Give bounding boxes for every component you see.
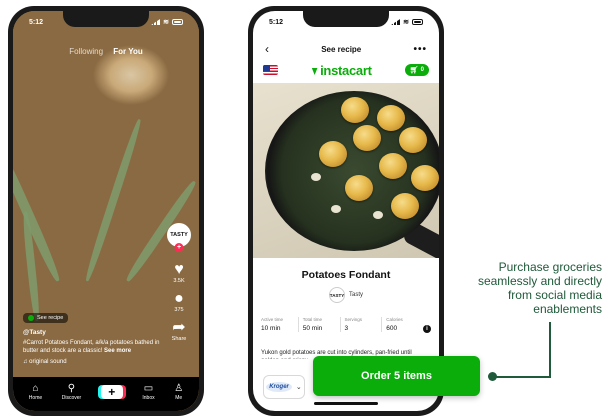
cart-count: 0 <box>420 67 424 73</box>
author-avatar: TASTY <box>328 287 345 303</box>
home-indicator[interactable] <box>314 402 378 405</box>
back-chevron-icon[interactable]: ‹ <box>265 42 269 56</box>
garlic-clove <box>373 211 383 219</box>
marketing-graphic: 5:12 ≋ Following For You TASTY + ♥ 3.5K … <box>0 0 606 419</box>
nav-create[interactable]: + <box>100 385 123 399</box>
like-action[interactable]: ♥ 3.5K <box>173 261 184 284</box>
bottom-nav: ⌂ Home ⚲ Discover + ▭ Inbox ♙ Me <box>13 377 199 411</box>
nav-me[interactable]: ♙ Me <box>174 383 183 401</box>
stat-servings: Servings 3 <box>339 317 382 332</box>
cart-icon: 🛒︎ <box>409 67 419 74</box>
chevron-down-icon: ⌄ <box>295 384 302 391</box>
callout-dot <box>488 372 497 381</box>
potato <box>345 175 373 201</box>
status-bar: 5:12 ≋ <box>253 15 439 29</box>
share-action[interactable]: ➦ Share <box>172 319 187 342</box>
profile-icon: ♙ <box>174 383 184 394</box>
brand-row: instacart 🛒︎ 0 <box>253 61 439 79</box>
battery-icon <box>412 19 423 25</box>
callout-text: Purchase groceries seamlessly and direct… <box>477 260 602 316</box>
sound-label[interactable]: ♫ original sound <box>23 359 173 365</box>
comment-count: 375 <box>174 307 184 313</box>
social-video-phone: 5:12 ≋ Following For You TASTY + ♥ 3.5K … <box>8 6 204 416</box>
cart-button[interactable]: 🛒︎ 0 <box>404 64 429 76</box>
battery-icon <box>172 19 183 25</box>
garlic-clove <box>311 173 321 181</box>
kroger-logo: Kroger <box>266 382 292 392</box>
tab-following[interactable]: Following <box>69 47 103 56</box>
signal-icon <box>151 19 161 25</box>
callout-connector <box>492 376 550 378</box>
potato <box>353 125 381 151</box>
feed-tabs: Following For You <box>13 47 199 56</box>
potato <box>319 141 347 167</box>
more-options-icon[interactable]: ••• <box>413 44 427 55</box>
search-icon: ⚲ <box>67 383 76 394</box>
store-selector[interactable]: Kroger ⌄ <box>263 375 305 399</box>
nav-home[interactable]: ⌂ Home <box>29 383 42 401</box>
author-row[interactable]: TASTY Tasty <box>253 287 439 303</box>
creator-avatar[interactable]: TASTY + <box>167 223 191 252</box>
author-name: Tasty <box>348 292 363 298</box>
potato <box>379 153 407 179</box>
comment-icon: ● <box>174 290 184 307</box>
recipe-stats: Active time 10 min Total time 50 min Ser… <box>261 317 431 333</box>
create-plus-icon: + <box>100 385 123 399</box>
header-title: See recipe <box>321 44 362 54</box>
signal-icon <box>391 19 401 25</box>
like-count: 3.5K <box>173 278 185 284</box>
status-bar: 5:12 ≋ <box>13 15 199 29</box>
potato <box>391 193 419 219</box>
caption-text: #Carrot Potatoes Fondant, a/k/a potatoes… <box>23 340 160 354</box>
home-icon: ⌂ <box>32 383 39 394</box>
status-time: 5:12 <box>29 18 44 26</box>
comment-action[interactable]: ● 375 <box>174 290 184 313</box>
see-more-link[interactable]: See more <box>104 348 131 354</box>
recipe-title: Potatoes Fondant <box>301 269 391 281</box>
carrot-icon <box>311 68 318 75</box>
creator-handle[interactable]: @Tasty <box>23 329 173 336</box>
heart-icon: ♥ <box>174 261 184 278</box>
recipe-header: ‹ See recipe ••• <box>253 41 439 57</box>
share-arrow-icon: ➦ <box>172 319 186 336</box>
wifi-icon: ≋ <box>163 19 169 26</box>
share-label: Share <box>171 336 187 342</box>
nav-inbox[interactable]: ▭ Inbox <box>142 383 154 401</box>
callout-connector <box>549 322 551 378</box>
follow-plus-icon[interactable]: + <box>174 243 184 252</box>
nav-discover[interactable]: ⚲ Discover <box>62 383 81 401</box>
status-time: 5:12 <box>269 18 284 26</box>
see-recipe-pill[interactable]: See recipe <box>23 313 69 323</box>
us-flag-icon[interactable] <box>263 65 278 75</box>
stat-active-time: Active time 10 min <box>261 317 284 332</box>
potato <box>341 97 369 123</box>
garlic-clove <box>331 205 341 213</box>
recipe-screen: 5:12 ≋ ‹ See recipe ••• instacart 🛒︎ 0 P… <box>253 11 439 411</box>
recipe-hero-image <box>253 83 439 258</box>
potato <box>399 127 427 153</box>
video-feed-screen: 5:12 ≋ Following For You TASTY + ♥ 3.5K … <box>13 11 199 411</box>
instacart-carrot-icon <box>28 315 34 321</box>
instacart-recipe-phone: 5:12 ≋ ‹ See recipe ••• instacart 🛒︎ 0 P… <box>248 6 444 416</box>
stat-total-time: Total time 50 min <box>297 317 340 332</box>
potato <box>411 165 439 191</box>
video-caption: See recipe @Tasty #Carrot Potatoes Fonda… <box>23 308 173 365</box>
instacart-logo: instacart <box>311 63 372 78</box>
inbox-icon: ▭ <box>143 383 154 394</box>
tab-for-you[interactable]: For You <box>113 47 142 56</box>
potato <box>377 105 405 131</box>
wifi-icon: ≋ <box>403 19 409 26</box>
order-items-button[interactable]: Order 5 items <box>313 356 480 396</box>
info-icon[interactable]: i <box>423 325 431 333</box>
stat-calories: Calories 600 <box>381 317 423 332</box>
